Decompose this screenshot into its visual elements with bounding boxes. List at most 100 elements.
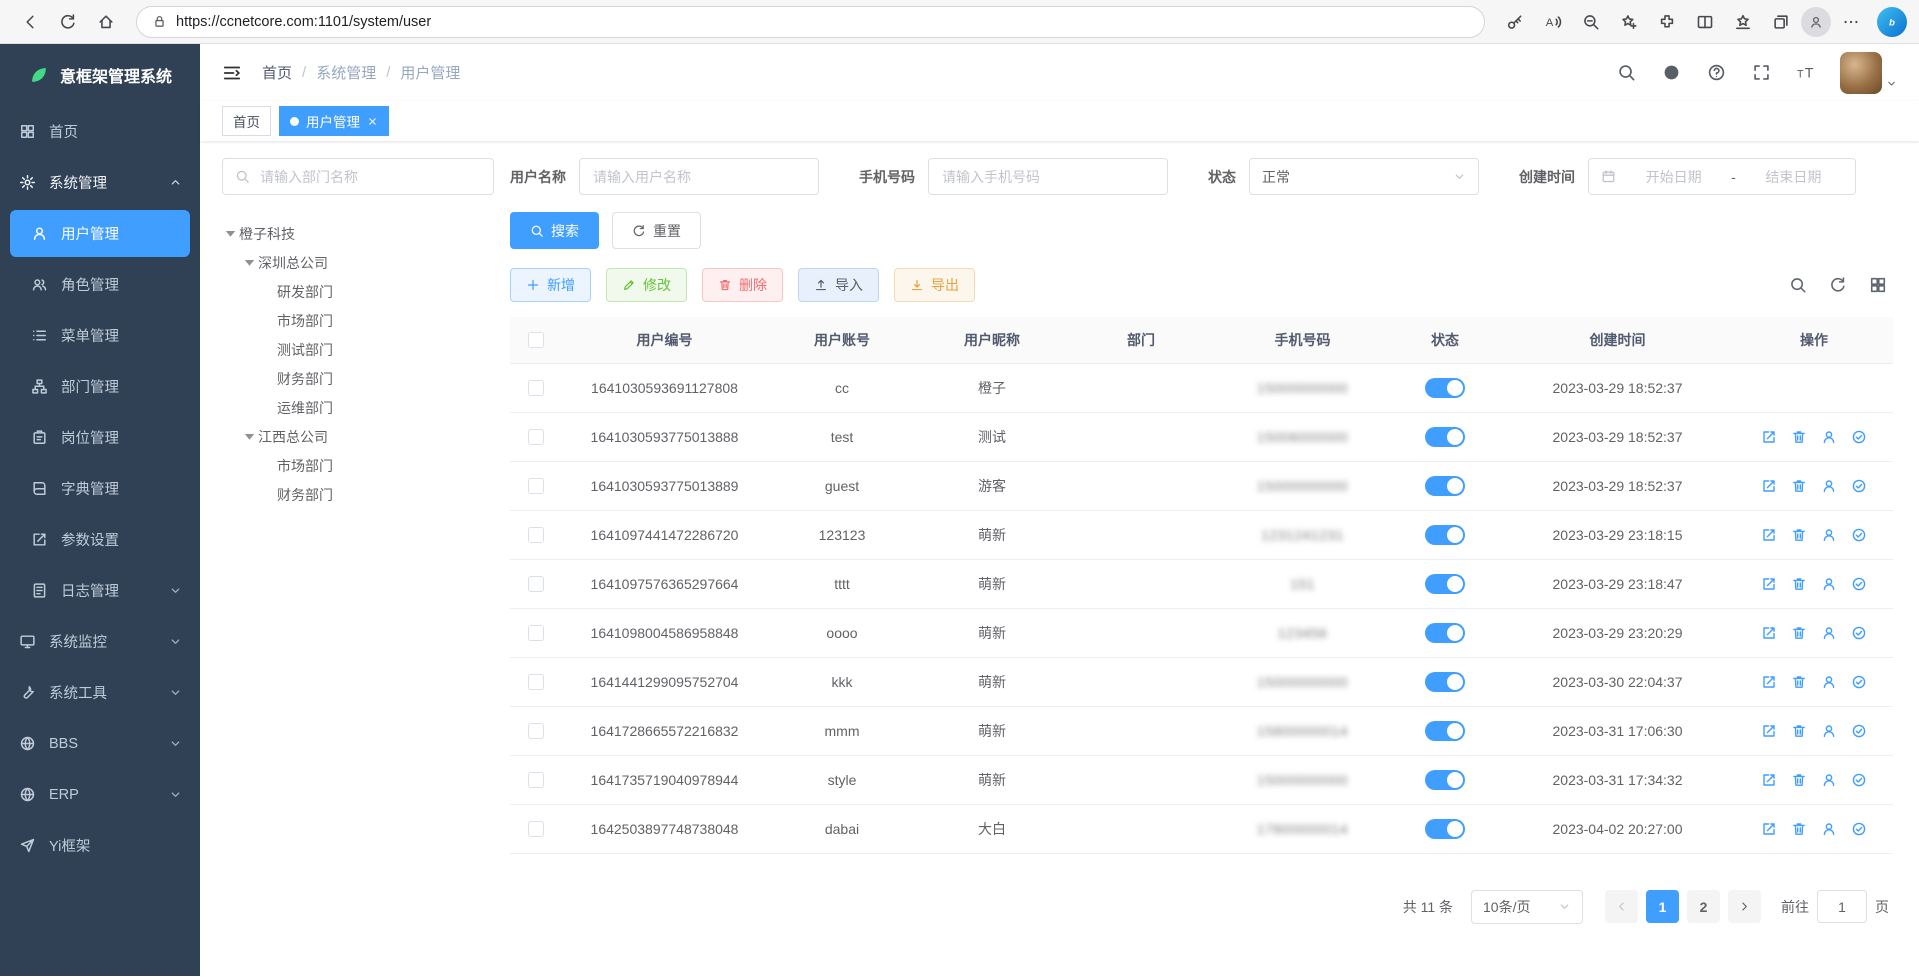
dept-search[interactable] <box>222 158 494 195</box>
edit-button[interactable]: 修改 <box>606 268 687 302</box>
tab-首页[interactable]: 首页 <box>222 106 271 136</box>
reset-password-button[interactable] <box>1821 821 1837 837</box>
status-toggle[interactable] <box>1425 672 1465 692</box>
assign-role-button[interactable] <box>1851 576 1867 592</box>
favorite-add-button[interactable] <box>1611 4 1647 40</box>
row-checkbox[interactable] <box>528 576 544 592</box>
row-checkbox[interactable] <box>528 429 544 445</box>
copilot-button[interactable]: b <box>1877 7 1907 37</box>
import-button[interactable]: 导入 <box>798 268 879 302</box>
delete-button[interactable] <box>1791 527 1807 543</box>
status-toggle[interactable] <box>1425 525 1465 545</box>
date-range-picker[interactable]: 开始日期 - 结束日期 <box>1588 158 1856 195</box>
row-checkbox[interactable] <box>528 625 544 641</box>
delete-button[interactable] <box>1791 576 1807 592</box>
tree-node[interactable]: 研发部门 <box>222 277 494 306</box>
delete-button[interactable] <box>1791 625 1807 641</box>
status-toggle[interactable] <box>1425 476 1465 496</box>
refresh-button[interactable] <box>50 4 86 40</box>
sidebar-item-yi[interactable]: Yi框架 <box>0 820 200 871</box>
status-toggle[interactable] <box>1425 427 1465 447</box>
page-size-select[interactable]: 10条/页 <box>1471 890 1583 924</box>
row-checkbox[interactable] <box>528 674 544 690</box>
sidebar-item-menu[interactable]: 菜单管理 <box>0 310 200 361</box>
goto-page-input[interactable] <box>1817 890 1867 923</box>
more-button[interactable] <box>1833 4 1869 40</box>
zoom-out-button[interactable] <box>1573 4 1609 40</box>
assign-role-button[interactable] <box>1851 772 1867 788</box>
reset-password-button[interactable] <box>1821 478 1837 494</box>
favorites-bar-button[interactable] <box>1725 4 1761 40</box>
assign-role-button[interactable] <box>1851 674 1867 690</box>
tree-node[interactable]: 市场部门 <box>222 306 494 335</box>
address-bar[interactable]: https://ccnetcore.com:1101/system/user <box>136 6 1485 38</box>
prev-page-button[interactable] <box>1605 890 1638 923</box>
edit-button[interactable] <box>1761 674 1777 690</box>
delete-button[interactable] <box>1791 429 1807 445</box>
phone-input[interactable] <box>928 158 1168 195</box>
row-checkbox[interactable] <box>528 478 544 494</box>
sidebar-item-dept[interactable]: 部门管理 <box>0 361 200 412</box>
reset-password-button[interactable] <box>1821 674 1837 690</box>
github-button[interactable] <box>1662 63 1681 82</box>
tree-node[interactable]: 测试部门 <box>222 335 494 364</box>
delete-button[interactable] <box>1791 674 1807 690</box>
status-toggle[interactable] <box>1425 819 1465 839</box>
delete-button[interactable] <box>1791 821 1807 837</box>
sidebar-item-post[interactable]: 岗位管理 <box>0 412 200 463</box>
read-aloud-button[interactable]: A <box>1535 4 1571 40</box>
export-button[interactable]: 导出 <box>894 268 975 302</box>
edit-button[interactable] <box>1761 576 1777 592</box>
add-button[interactable]: 新增 <box>510 268 591 302</box>
status-toggle[interactable] <box>1425 721 1465 741</box>
split-screen-button[interactable] <box>1687 4 1723 40</box>
sidebar-item-log[interactable]: 日志管理 <box>0 565 200 616</box>
assign-role-button[interactable] <box>1851 625 1867 641</box>
status-toggle[interactable] <box>1425 770 1465 790</box>
sidebar-item-dict[interactable]: 字典管理 <box>0 463 200 514</box>
sidebar-item-system[interactable]: 系统管理 <box>0 157 200 208</box>
profile-button[interactable] <box>1801 7 1831 37</box>
reset-password-button[interactable] <box>1821 576 1837 592</box>
back-button[interactable] <box>12 4 48 40</box>
user-avatar[interactable] <box>1840 52 1882 94</box>
tab-用户管理[interactable]: 用户管理 <box>279 106 389 136</box>
row-checkbox[interactable] <box>528 821 544 837</box>
assign-role-button[interactable] <box>1851 821 1867 837</box>
edit-button[interactable] <box>1761 772 1777 788</box>
reset-password-button[interactable] <box>1821 625 1837 641</box>
tab-close-icon[interactable] <box>367 116 378 127</box>
key-button[interactable] <box>1497 4 1533 40</box>
status-select[interactable]: 正常 <box>1249 158 1479 195</box>
row-checkbox[interactable] <box>528 527 544 543</box>
status-toggle[interactable] <box>1425 378 1465 398</box>
sidebar-item-param[interactable]: 参数设置 <box>0 514 200 565</box>
assign-role-button[interactable] <box>1851 429 1867 445</box>
page-button-2[interactable]: 2 <box>1687 890 1720 923</box>
collections-button[interactable] <box>1763 4 1799 40</box>
edit-button[interactable] <box>1761 821 1777 837</box>
tree-node[interactable]: 财务部门 <box>222 480 494 509</box>
status-toggle[interactable] <box>1425 574 1465 594</box>
row-checkbox[interactable] <box>528 723 544 739</box>
edit-button[interactable] <box>1761 429 1777 445</box>
assign-role-button[interactable] <box>1851 478 1867 494</box>
assign-role-button[interactable] <box>1851 527 1867 543</box>
sidebar-item-bbs[interactable]: BBS <box>0 718 200 769</box>
menu-fold-icon[interactable] <box>222 63 242 83</box>
tree-node[interactable]: 市场部门 <box>222 451 494 480</box>
select-all-checkbox[interactable] <box>528 332 544 348</box>
search-button[interactable] <box>1789 276 1807 294</box>
sidebar-item-home[interactable]: 首页 <box>0 106 200 157</box>
tree-node[interactable]: 橙子科技 <box>222 219 494 248</box>
page-button-1[interactable]: 1 <box>1646 890 1679 923</box>
edit-button[interactable] <box>1761 625 1777 641</box>
home-button[interactable] <box>88 4 124 40</box>
tree-node[interactable]: 运维部门 <box>222 393 494 422</box>
search-button[interactable] <box>1617 63 1636 82</box>
sidebar-item-erp[interactable]: ERP <box>0 769 200 820</box>
delete-button[interactable]: 删除 <box>702 268 783 302</box>
row-checkbox[interactable] <box>528 380 544 396</box>
tree-node[interactable]: 深圳总公司 <box>222 248 494 277</box>
sidebar-item-monitor[interactable]: 系统监控 <box>0 616 200 667</box>
